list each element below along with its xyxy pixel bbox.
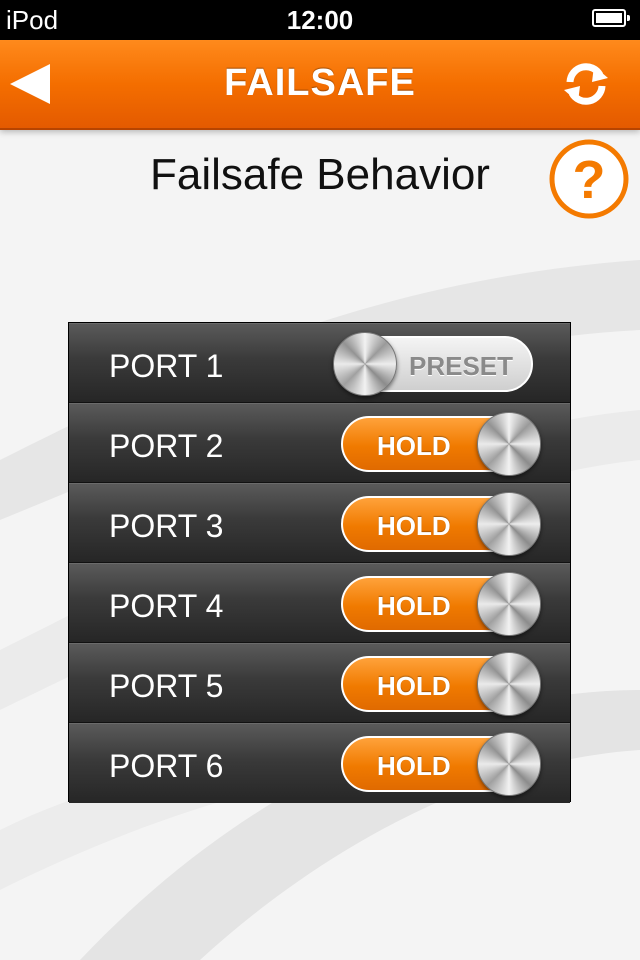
nav-title: FAILSAFE	[224, 62, 416, 104]
port-row: PORT 3 HOLD	[69, 483, 570, 563]
page-title: Failsafe Behavior	[150, 150, 490, 199]
port-2-toggle[interactable]: HOLD	[341, 412, 541, 476]
port-6-toggle[interactable]: HOLD	[341, 732, 541, 796]
toggle-knob[interactable]	[477, 572, 541, 636]
port-row: PORT 6 HOLD	[69, 723, 570, 803]
toggle-state-label: HOLD	[377, 511, 451, 541]
port-3-toggle[interactable]: HOLD	[341, 492, 541, 556]
toggle-state-label: HOLD	[377, 431, 451, 461]
toggle-knob[interactable]	[477, 652, 541, 716]
port-label: PORT 5	[109, 668, 224, 704]
refresh-icon	[564, 63, 608, 105]
refresh-button[interactable]	[560, 58, 612, 110]
nav-bar: FAILSAFE	[0, 40, 640, 130]
help-icon: ?	[549, 139, 629, 219]
toggle-state-label: HOLD	[377, 751, 451, 781]
port-row: PORT 5 HOLD	[69, 643, 570, 723]
port-table: PORT 1 PRESET PORT 2 HOLD PORT 3 HOLD PO…	[68, 322, 571, 803]
toggle-knob[interactable]	[477, 492, 541, 556]
port-label: PORT 3	[109, 508, 224, 544]
port-label: PORT 1	[109, 348, 224, 384]
port-label: PORT 6	[109, 748, 224, 784]
status-bar: iPod 12:00	[0, 0, 640, 40]
toggle-state-label: PRESET	[409, 351, 514, 381]
toggle-knob[interactable]	[477, 412, 541, 476]
port-row: PORT 1 PRESET	[69, 323, 570, 403]
toggle-knob[interactable]	[333, 332, 397, 396]
help-symbol: ?	[573, 150, 606, 210]
port-row: PORT 4 HOLD	[69, 563, 570, 643]
toggle-state-label: HOLD	[377, 591, 451, 621]
port-1-toggle[interactable]: PRESET	[333, 332, 533, 396]
status-time: 12:00	[286, 5, 354, 35]
battery-icon	[592, 9, 630, 27]
port-label: PORT 2	[109, 428, 224, 464]
port-label: PORT 4	[109, 588, 224, 624]
port-5-toggle[interactable]: HOLD	[341, 652, 541, 716]
port-row: PORT 2 HOLD	[69, 403, 570, 483]
port-4-toggle[interactable]: HOLD	[341, 572, 541, 636]
help-button[interactable]: ?	[548, 138, 630, 220]
toggle-state-label: HOLD	[377, 671, 451, 701]
toggle-knob[interactable]	[477, 732, 541, 796]
